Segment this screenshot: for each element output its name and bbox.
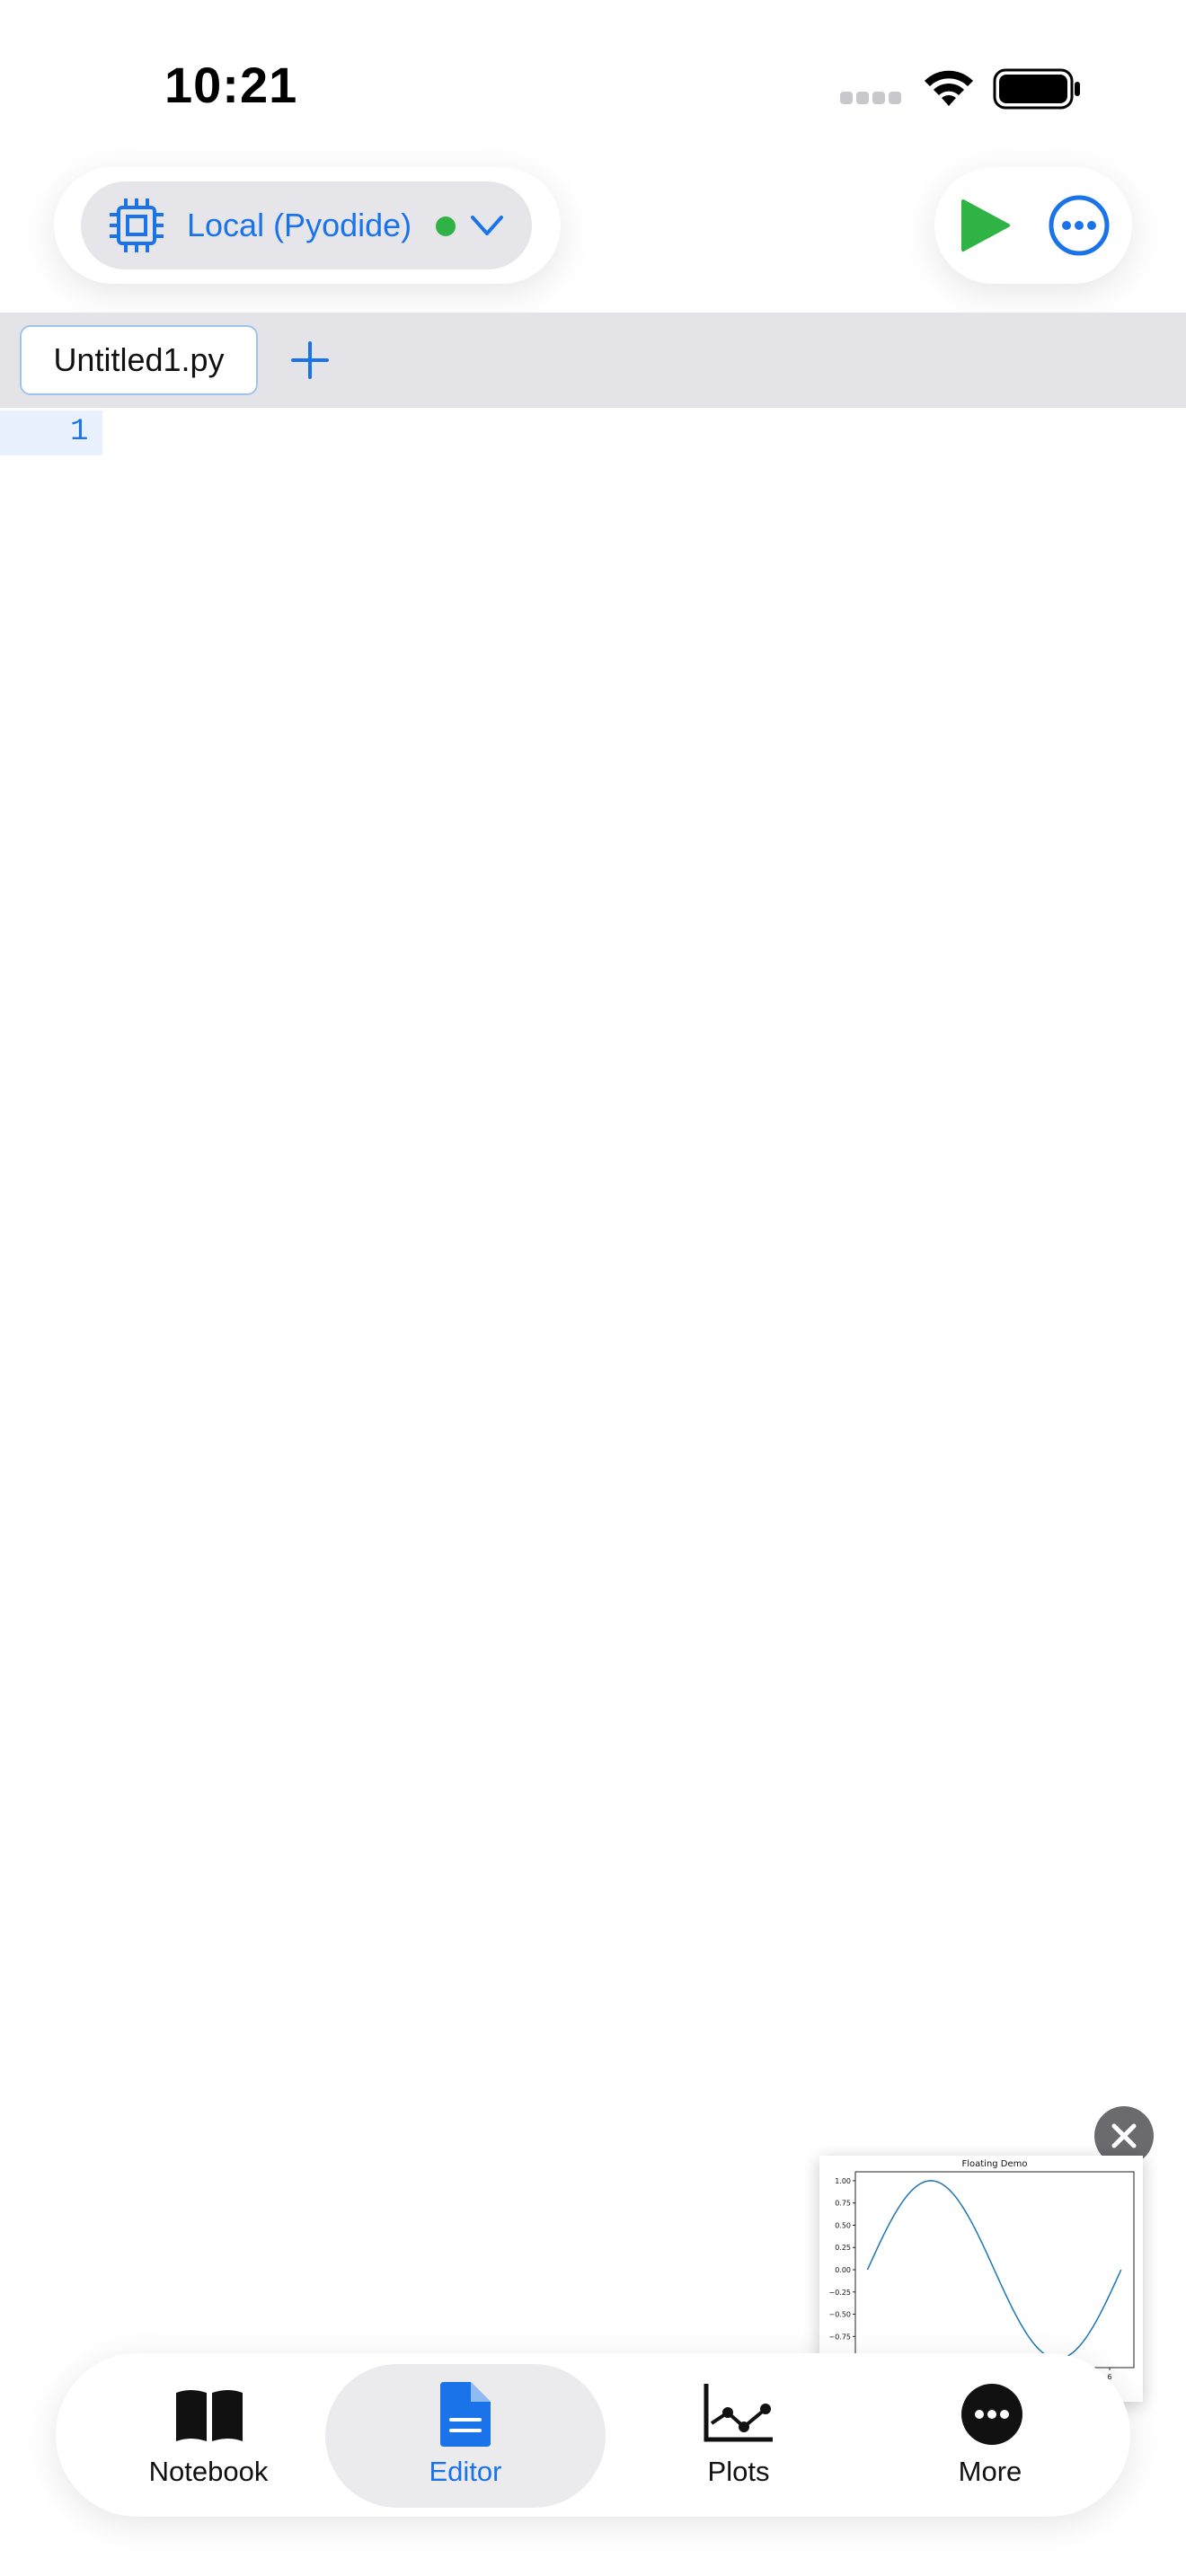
y-tick-label: −0.75 — [828, 2333, 851, 2341]
line-number: 1 — [70, 415, 89, 449]
nav-label-editor: Editor — [429, 2456, 502, 2487]
y-tick-label: −0.50 — [828, 2311, 851, 2319]
kernel-label: Local (Pyodide) — [187, 207, 412, 243]
nav-item-more[interactable]: More — [864, 2353, 1116, 2517]
battery-icon — [993, 68, 1080, 110]
cellular-signal-icon — [840, 92, 903, 104]
ellipsis-circle-icon — [961, 2384, 1022, 2445]
kernel-status-dot — [436, 216, 456, 236]
plot-title: Floating Demo — [961, 2159, 1027, 2169]
y-tick-label: 0.00 — [835, 2266, 851, 2274]
nav-label-notebook: Notebook — [148, 2456, 269, 2487]
app-screen: 10:21 Local (Pyodide) Untitled1.py 1 Flo… — [0, 0, 1186, 2576]
nav-label-more: More — [958, 2456, 1022, 2487]
bottom-tab-bar: Notebook Editor Plots More — [56, 2353, 1130, 2517]
y-tick-label: 0.75 — [835, 2200, 851, 2208]
wifi-icon — [925, 70, 973, 106]
y-tick-label: 0.50 — [835, 2221, 851, 2229]
kernel-selector-button[interactable]: Local (Pyodide) — [81, 181, 532, 269]
file-tab-untitled1[interactable]: Untitled1.py — [20, 325, 258, 395]
code-editor[interactable]: 1 — [0, 408, 1186, 2294]
file-tab-bar: Untitled1.py — [0, 313, 1186, 408]
cpu-chip-icon — [110, 198, 164, 252]
more-options-icon[interactable] — [1048, 194, 1111, 257]
nav-label-plots: Plots — [707, 2456, 770, 2487]
actions-container — [934, 167, 1132, 284]
chevron-down-icon — [471, 216, 503, 235]
nav-item-plots[interactable]: Plots — [604, 2353, 873, 2517]
close-icon — [1111, 2123, 1137, 2148]
y-tick-label: 0.25 — [835, 2244, 851, 2252]
document-icon — [440, 2382, 491, 2447]
kernel-selector-container: Local (Pyodide) — [54, 167, 561, 284]
status-time: 10:21 — [164, 57, 298, 113]
y-tick-label: 1.00 — [835, 2177, 851, 2185]
add-tab-icon[interactable] — [289, 340, 331, 381]
run-play-icon[interactable] — [952, 198, 1015, 253]
book-icon — [176, 2390, 243, 2441]
nav-item-editor[interactable]: Editor — [325, 2353, 606, 2517]
chart-line-icon — [704, 2384, 773, 2442]
nav-item-notebook[interactable]: Notebook — [83, 2353, 334, 2517]
y-tick-label: −0.25 — [828, 2289, 851, 2297]
